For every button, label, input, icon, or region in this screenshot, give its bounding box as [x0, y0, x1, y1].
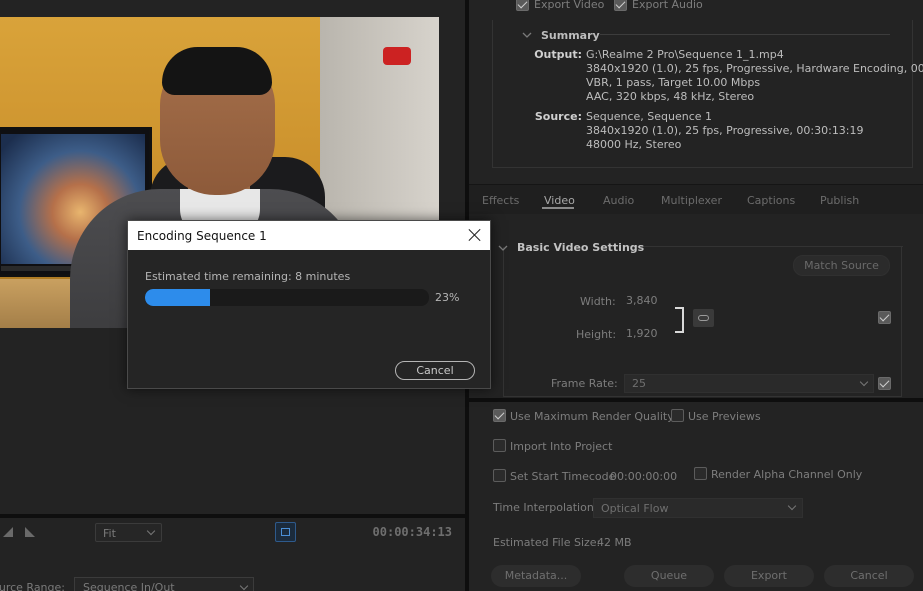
estimated-time-remaining: Estimated time remaining: 8 minutes	[145, 270, 351, 283]
set-start-timecode-checkbox[interactable]	[493, 469, 506, 482]
mark-in-icon[interactable]	[3, 527, 13, 537]
dialog-title-bar[interactable]: Encoding Sequence 1	[128, 221, 490, 250]
summary-output-line-2: 3840x1920 (1.0), 25 fps, Progressive, Ha…	[586, 62, 923, 75]
source-range-label: Source Range:	[0, 581, 65, 591]
export-audio-checkbox[interactable]	[614, 0, 627, 11]
zoom-fit-select[interactable]: Fit	[95, 523, 162, 542]
basic-video-settings-title: Basic Video Settings	[517, 241, 645, 254]
set-start-timecode-label: Set Start Timecode	[510, 470, 616, 483]
encoding-progress-percent: 23%	[435, 291, 460, 304]
width-label: Width:	[580, 295, 616, 308]
import-into-project-checkbox[interactable]	[493, 439, 506, 452]
queue-button[interactable]: Queue	[624, 565, 714, 587]
chevron-down-icon	[239, 581, 249, 591]
time-interpolation-value: Optical Flow	[601, 502, 669, 515]
mark-out-icon[interactable]	[25, 527, 35, 537]
frame-rate-select[interactable]: 25	[624, 374, 874, 393]
dimension-link-bracket	[675, 307, 684, 333]
link-icon	[698, 315, 709, 321]
frame-rate-override-checkbox[interactable]	[878, 377, 891, 390]
height-label: Height:	[576, 328, 617, 341]
basic-video-settings-divider	[625, 246, 903, 247]
use-previews-label: Use Previews	[688, 410, 761, 423]
source-range-value: Sequence In/Out	[83, 581, 175, 591]
export-video-label: Export Video	[534, 0, 605, 11]
estimated-size-value: 42 MB	[597, 536, 632, 549]
encoding-dialog: Encoding Sequence 1 Estimated time remai…	[127, 220, 491, 389]
height-value[interactable]: 1,920	[626, 327, 658, 340]
chevron-down-icon	[859, 377, 869, 387]
export-button[interactable]: Export	[724, 565, 814, 587]
aspect-icon	[281, 528, 290, 536]
youtube-logo-icon	[383, 47, 411, 65]
dialog-title: Encoding Sequence 1	[137, 229, 267, 243]
chevron-down-icon	[787, 501, 797, 511]
tab-captions[interactable]: Captions	[747, 194, 795, 207]
source-range-select[interactable]: Sequence In/Out	[74, 577, 254, 591]
render-alpha-checkbox[interactable]	[694, 467, 707, 480]
close-icon[interactable]	[467, 227, 483, 243]
start-timecode-value[interactable]: 00:00:00:00	[610, 470, 677, 483]
frame-rate-value: 25	[632, 377, 646, 390]
encoding-progress-bar	[145, 289, 429, 306]
summary-output-line-1: G:\Realme 2 Pro\Sequence 1_1.mp4	[586, 48, 784, 61]
zoom-fit-value: Fit	[103, 527, 116, 540]
import-into-project-label: Import Into Project	[510, 440, 613, 453]
constrain-proportions-button[interactable]	[693, 309, 714, 327]
summary-output-key: Output:	[534, 48, 582, 61]
export-video-checkbox[interactable]	[516, 0, 529, 11]
frame-rate-label: Frame Rate:	[551, 377, 618, 390]
export-options-panel	[469, 402, 923, 591]
summary-divider	[600, 34, 890, 35]
metadata-button[interactable]: Metadata...	[491, 565, 581, 587]
summary-source-key: Source:	[534, 110, 582, 123]
tab-multiplexer[interactable]: Multiplexer	[661, 194, 722, 207]
width-height-override-checkbox[interactable]	[878, 311, 891, 324]
cancel-button[interactable]: Cancel	[824, 565, 914, 587]
summary-output-line-4: AAC, 320 kbps, 48 kHz, Stereo	[586, 90, 755, 103]
aspect-ratio-button[interactable]	[275, 522, 296, 542]
max-render-quality-checkbox[interactable]	[493, 409, 506, 422]
chevron-down-icon[interactable]	[498, 242, 508, 251]
export-audio-label: Export Audio	[632, 0, 703, 11]
summary-source-line-1: Sequence, Sequence 1	[586, 110, 713, 123]
summary-title: Summary	[541, 29, 600, 42]
width-value[interactable]: 3,840	[626, 294, 658, 307]
encoding-progress-fill	[145, 289, 210, 306]
chevron-down-icon[interactable]	[522, 29, 532, 38]
dialog-cancel-button[interactable]: Cancel	[395, 361, 475, 380]
summary-output-line-3: VBR, 1 pass, Target 10.00 Mbps	[586, 76, 761, 89]
tab-video[interactable]: Video	[544, 194, 575, 207]
tab-publish[interactable]: Publish	[820, 194, 859, 207]
match-source-button[interactable]: Match Source	[793, 255, 890, 276]
tab-audio[interactable]: Audio	[603, 194, 634, 207]
time-interpolation-select[interactable]: Optical Flow	[593, 498, 803, 518]
tab-effects[interactable]: Effects	[482, 194, 519, 207]
chevron-down-icon	[146, 526, 156, 536]
summary-source-line-2: 3840x1920 (1.0), 25 fps, Progressive, 00…	[586, 124, 864, 137]
active-tab-indicator	[542, 207, 574, 209]
summary-source-line-3: 48000 Hz, Stereo	[586, 138, 682, 151]
playhead-timecode[interactable]: 00:00:34:13	[372, 525, 452, 539]
time-interpolation-label: Time Interpolation:	[493, 501, 598, 514]
render-alpha-label: Render Alpha Channel Only	[711, 468, 863, 481]
use-previews-checkbox[interactable]	[671, 409, 684, 422]
max-render-quality-label: Use Maximum Render Quality	[510, 410, 674, 423]
estimated-size-label: Estimated File Size:	[493, 536, 601, 549]
